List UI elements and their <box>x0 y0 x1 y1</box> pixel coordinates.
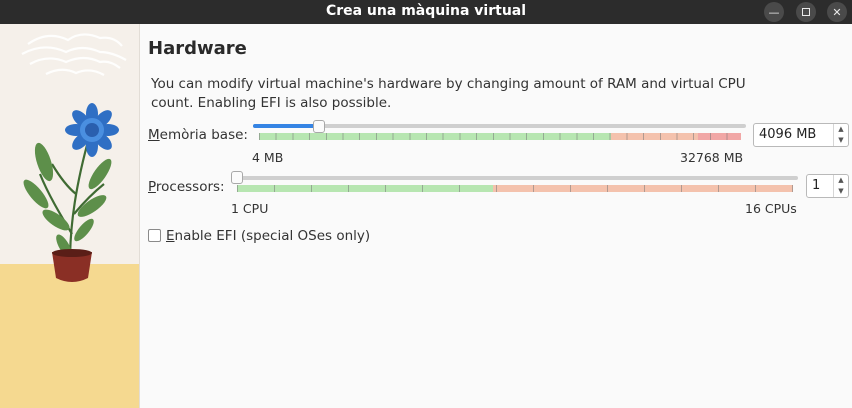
memory-slider-handle[interactable] <box>313 120 325 133</box>
memory-slider-track[interactable] <box>253 124 746 128</box>
spin-up-icon[interactable]: ▲ <box>834 175 848 186</box>
processors-min-label: 1 CPU <box>231 201 269 216</box>
processors-slider-ticks <box>237 185 793 192</box>
processors-max-label: 16 CPUs <box>745 201 797 216</box>
page-title: Hardware <box>148 38 247 59</box>
minimize-icon: — <box>768 5 780 19</box>
processors-spinbox[interactable]: 1 ▲ ▼ <box>806 174 849 198</box>
efi-label-text: nable EFI (special OSes only) <box>174 228 371 244</box>
memory-slider-ticks <box>259 133 741 140</box>
processors-slider-handle[interactable] <box>231 171 243 184</box>
memory-min-label: 4 MB <box>252 150 284 165</box>
processors-label: Processors: <box>148 179 225 195</box>
maximize-button[interactable] <box>796 2 816 22</box>
efi-checkbox-label[interactable]: Enable EFI (special OSes only) <box>166 228 370 244</box>
memory-spinbox[interactable]: 4096 MB ▲ ▼ <box>753 123 849 147</box>
efi-checkbox[interactable] <box>148 229 161 242</box>
processors-label-text: rocessors: <box>155 179 225 195</box>
potted-flower-illustration <box>0 24 139 408</box>
maximize-icon <box>802 8 810 16</box>
processors-spinbox-value: 1 <box>812 178 821 193</box>
memory-label-mnemonic: M <box>148 127 160 143</box>
memory-label-text: emòria base: <box>159 127 248 143</box>
wizard-illustration <box>0 24 140 408</box>
page-description: You can modify virtual machine's hardwar… <box>151 76 746 111</box>
processors-spinbox-arrows[interactable]: ▲ ▼ <box>833 175 848 197</box>
memory-label: Memòria base: <box>148 127 248 143</box>
memory-spinbox-arrows[interactable]: ▲ ▼ <box>833 124 848 146</box>
spin-down-icon[interactable]: ▼ <box>834 135 848 146</box>
close-icon: ✕ <box>832 5 842 19</box>
memory-spinbox-value: 4096 MB <box>759 127 817 142</box>
spin-down-icon[interactable]: ▼ <box>834 186 848 197</box>
processors-slider-track[interactable] <box>232 176 798 180</box>
processors-label-mnemonic: P <box>148 179 156 195</box>
spin-up-icon[interactable]: ▲ <box>834 124 848 135</box>
memory-max-label: 32768 MB <box>680 150 744 165</box>
close-button[interactable]: ✕ <box>827 2 847 22</box>
minimize-button[interactable]: — <box>764 2 784 22</box>
memory-slider-fill <box>253 124 319 128</box>
window-title: Crea una màquina virtual <box>325 3 527 19</box>
efi-label-mnemonic: E <box>166 228 175 244</box>
window-titlebar: Crea una màquina virtual — ✕ <box>0 0 852 24</box>
